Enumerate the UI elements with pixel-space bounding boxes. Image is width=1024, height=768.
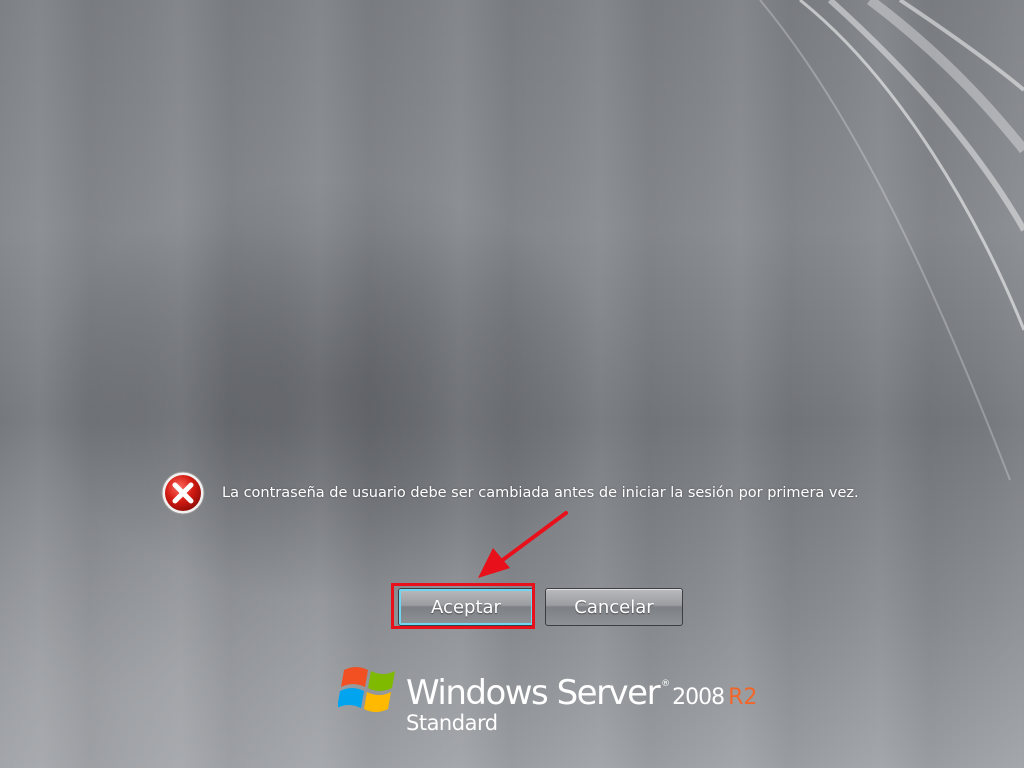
brand-version: 2008 bbox=[672, 685, 725, 710]
brand-name: Windows Server bbox=[406, 673, 661, 713]
annotation-arrow bbox=[478, 511, 568, 578]
cancel-button[interactable]: Cancelar bbox=[545, 588, 683, 626]
error-message: La contraseña de usuario debe ser cambia… bbox=[160, 470, 859, 516]
brand-edition: Standard bbox=[406, 711, 498, 735]
error-message-text: La contraseña de usuario debe ser cambia… bbox=[222, 485, 859, 501]
windows-flag-icon bbox=[338, 667, 395, 712]
accept-button[interactable]: Aceptar bbox=[398, 588, 534, 626]
background-swoosh bbox=[759, 0, 1024, 481]
registered-mark: ® bbox=[661, 679, 671, 689]
error-icon bbox=[161, 471, 205, 515]
background-streaks bbox=[0, 0, 1024, 768]
windows-server-branding: Windows Server ® 2008 R2 Standard bbox=[338, 660, 757, 734]
brand-release: R2 bbox=[728, 685, 758, 710]
